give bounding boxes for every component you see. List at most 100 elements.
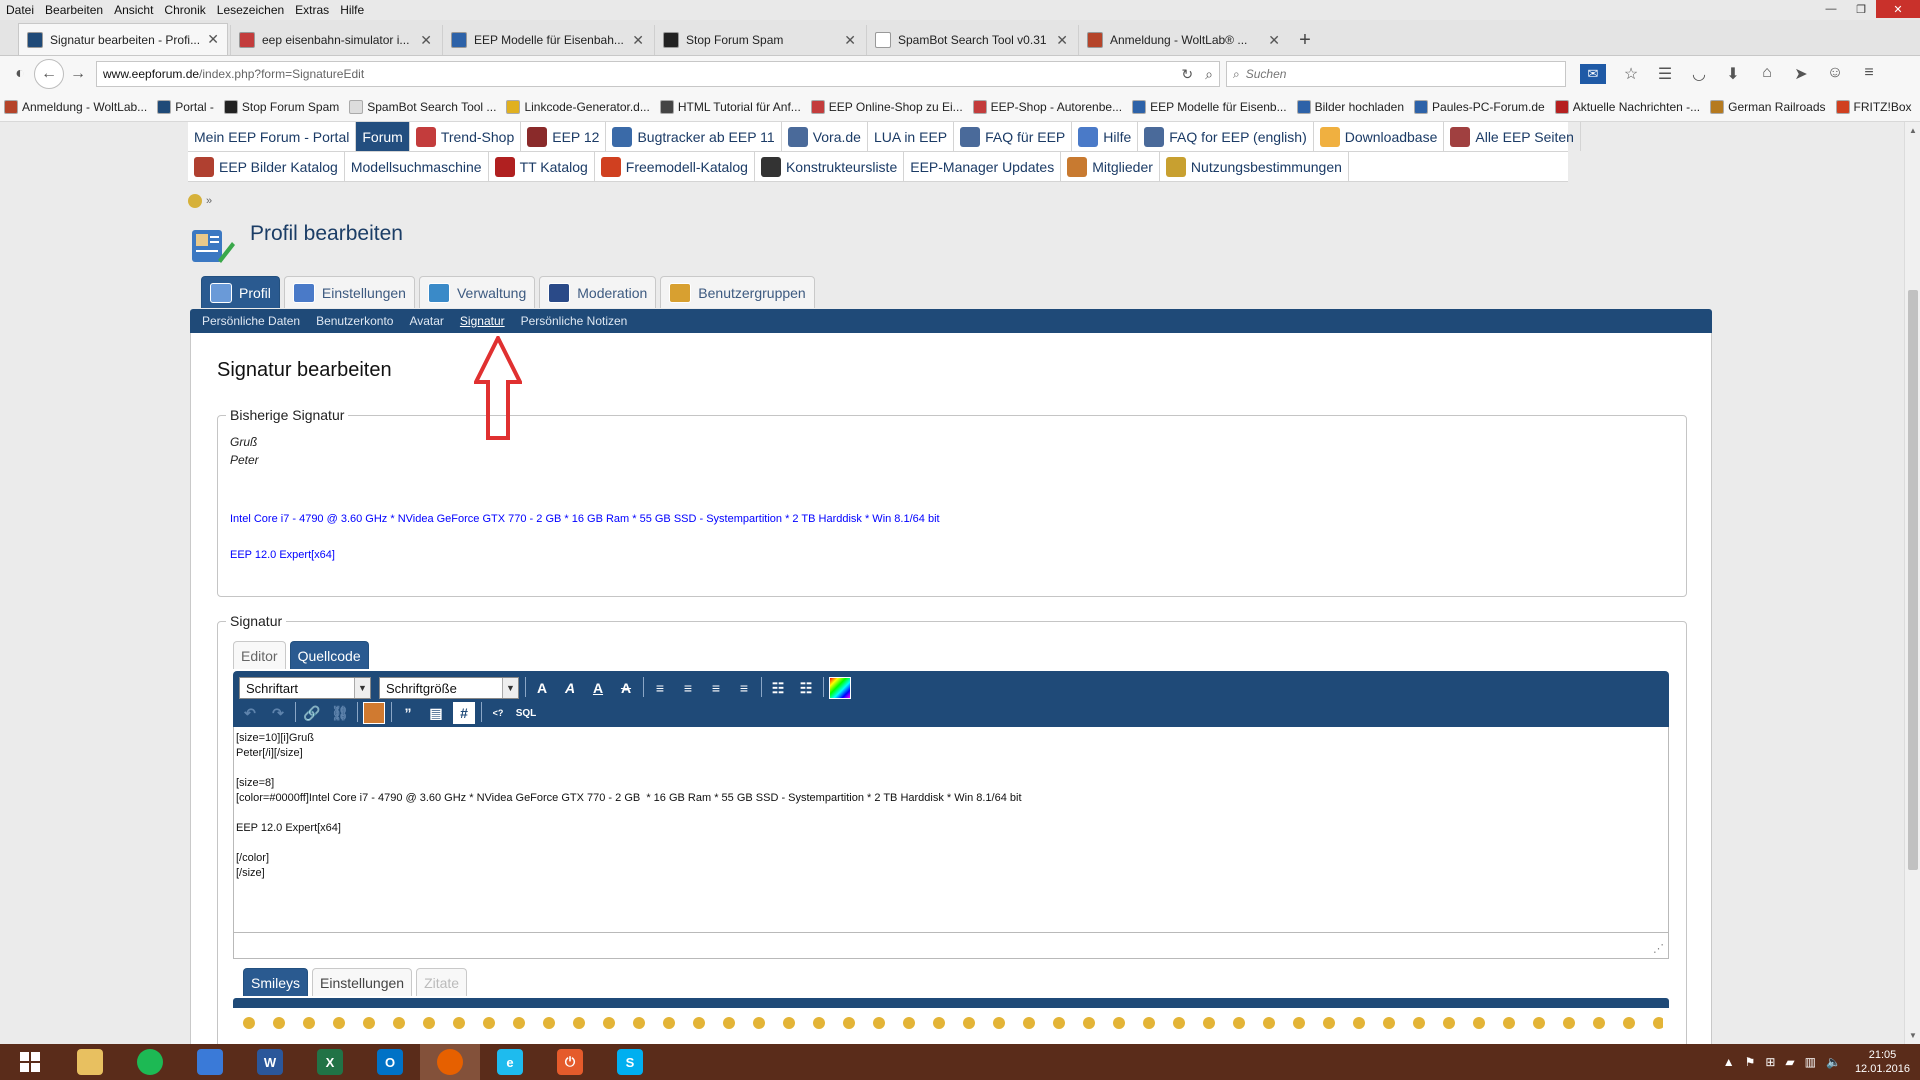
bookmark-item[interactable]: Bilder hochladen	[1296, 99, 1404, 114]
bookmark-item[interactable]: EEP Online-Shop zu Ei...	[810, 99, 963, 114]
bullet-list-icon[interactable]: ☷	[767, 677, 789, 699]
taskbar-outlook-button[interactable]: O	[360, 1044, 420, 1080]
smiley-icon[interactable]	[1083, 1017, 1095, 1029]
forward-button[interactable]: →	[64, 60, 92, 88]
forum-nav-item[interactable]: Hilfe	[1072, 122, 1139, 151]
taskbar-spotify-button[interactable]	[120, 1044, 180, 1080]
taskbar-word-button[interactable]: W	[240, 1044, 300, 1080]
profile-tab[interactable]: Benutzergruppen	[660, 276, 815, 308]
smiley-icon[interactable]	[873, 1017, 885, 1029]
taskbar-power-button[interactable]: ⏻	[540, 1044, 600, 1080]
scroll-up-icon[interactable]: ▲	[1909, 126, 1917, 135]
editor-mode-tab[interactable]: Quellcode	[289, 641, 369, 669]
smiley-icon[interactable]	[333, 1017, 345, 1029]
back-button[interactable]: ←	[34, 59, 64, 89]
smiley-icon[interactable]	[453, 1017, 465, 1029]
smiley-icon[interactable]	[1023, 1017, 1035, 1029]
smiley-icon[interactable]	[1503, 1017, 1515, 1029]
profile-tab[interactable]: Profil	[201, 276, 280, 308]
insert-link-icon[interactable]: 🔗	[301, 702, 323, 724]
smiley-icon[interactable]	[903, 1017, 915, 1029]
editor-bottom-tab[interactable]: Einstellungen	[312, 968, 413, 996]
forum-nav-item[interactable]: FAQ for EEP (english)	[1138, 122, 1314, 151]
smiley-icon[interactable]	[1383, 1017, 1395, 1029]
italic-button[interactable]: A	[559, 677, 581, 699]
color-picker-icon[interactable]	[829, 677, 851, 699]
forum-nav-item[interactable]: Mitglieder	[1061, 152, 1160, 181]
browser-tab[interactable]: eep eisenbahn-simulator i... ✕	[230, 25, 440, 55]
close-tab-icon[interactable]: ✕	[207, 31, 219, 48]
forum-nav-item[interactable]: Downloadbase	[1314, 122, 1445, 151]
smiley-icon[interactable]	[1053, 1017, 1065, 1029]
bookmark-item[interactable]: Paules-PC-Forum.de	[1414, 99, 1545, 114]
menu-6[interactable]: Hilfe	[340, 3, 364, 17]
smiley-icon[interactable]	[753, 1017, 765, 1029]
sql-code-icon[interactable]: SQL	[515, 702, 537, 724]
smiley-icon[interactable]	[1113, 1017, 1125, 1029]
strikethrough-button[interactable]: A	[615, 677, 637, 699]
profile-tab[interactable]: Moderation	[539, 276, 657, 308]
forum-nav-item[interactable]: Alle EEP Seiten	[1444, 122, 1581, 151]
forum-nav-item[interactable]: Bugtracker ab EEP 11	[606, 122, 782, 151]
taskbar-explorer-button[interactable]	[60, 1044, 120, 1080]
smiley-icon[interactable]	[363, 1017, 375, 1029]
numbered-list-icon[interactable]: ☷	[795, 677, 817, 699]
smiley-icon[interactable]	[1533, 1017, 1545, 1029]
browser-tab[interactable]: Stop Forum Spam ✕	[654, 25, 864, 55]
forum-nav-item[interactable]: Mein EEP Forum - Portal	[188, 122, 357, 151]
browser-tab[interactable]: Anmeldung - WoltLab® ... ✕	[1078, 25, 1288, 55]
sync-icon[interactable]: ◐	[6, 60, 34, 88]
smiley-icon[interactable]	[1413, 1017, 1425, 1029]
bookmark-item[interactable]: EEP Modelle für Eisenb...	[1132, 99, 1287, 114]
clock[interactable]: 21:05 12.01.2016	[1855, 1048, 1910, 1076]
smiley-icon[interactable]	[1143, 1017, 1155, 1029]
home-crumb-icon[interactable]	[188, 194, 202, 208]
subnav-item[interactable]: Avatar	[409, 314, 443, 328]
menu-4[interactable]: Lesezeichen	[217, 3, 284, 17]
close-tab-icon[interactable]: ✕	[632, 32, 644, 49]
bookmark-item[interactable]: EEP-Shop - Autorenbe...	[972, 99, 1122, 114]
menu-0[interactable]: Datei	[6, 3, 34, 17]
menu-1[interactable]: Bearbeiten	[45, 3, 103, 17]
smiley-icon[interactable]	[243, 1017, 255, 1029]
align-center-icon[interactable]: ≡	[677, 677, 699, 699]
smiley-icon[interactable]	[273, 1017, 285, 1029]
reload-icon[interactable]: ↻	[1181, 66, 1193, 83]
url-text[interactable]: www.eepforum.de/index.php?form=Signature…	[103, 67, 1169, 81]
smiley-icon[interactable]	[603, 1017, 615, 1029]
forum-nav-item[interactable]: TT Katalog	[489, 152, 595, 181]
close-tab-icon[interactable]: ✕	[420, 32, 432, 49]
menu-2[interactable]: Ansicht	[114, 3, 153, 17]
smiley-icon[interactable]	[723, 1017, 735, 1029]
search-input[interactable]	[1245, 67, 1546, 81]
chevron-up-icon[interactable]: ▲	[1723, 1055, 1735, 1069]
code-hash-icon[interactable]: #	[453, 702, 475, 724]
windows-icon[interactable]: ⊞	[1765, 1055, 1775, 1069]
smiley-icon[interactable]	[1323, 1017, 1335, 1029]
quote-icon[interactable]: ”	[397, 702, 419, 724]
maximize-icon[interactable]: ❐	[1846, 0, 1876, 18]
align-right-icon[interactable]: ≡	[705, 677, 727, 699]
bookmark-item[interactable]: Linkcode-Generator.d...	[506, 99, 650, 114]
undo-icon[interactable]: ↶	[239, 702, 261, 724]
forum-nav-item[interactable]: Konstrukteursliste	[755, 152, 905, 181]
smiley-icon[interactable]	[633, 1017, 645, 1029]
smiley-icon[interactable]	[1563, 1017, 1575, 1029]
download-icon[interactable]: ⬇	[1716, 64, 1750, 84]
close-tab-icon[interactable]: ✕	[1056, 32, 1068, 49]
forum-nav-item[interactable]: Vora.de	[782, 122, 868, 151]
forum-nav-item[interactable]: EEP 12	[521, 122, 607, 151]
smiley-icon[interactable]	[1593, 1017, 1605, 1029]
star-icon[interactable]: ☆	[1614, 64, 1648, 84]
network-icon[interactable]: ▥	[1805, 1055, 1816, 1069]
pocket-icon[interactable]: ◡	[1682, 64, 1716, 84]
vertical-scrollbar[interactable]: ▲ ▼	[1904, 122, 1920, 1044]
align-left-icon[interactable]: ≡	[649, 677, 671, 699]
smiley-icon[interactable]	[1473, 1017, 1485, 1029]
smiley-icon[interactable]	[813, 1017, 825, 1029]
subnav-item[interactable]: Signatur	[460, 314, 505, 328]
font-family-select[interactable]: Schriftart ▼	[239, 677, 371, 699]
smiley-icon[interactable]	[1203, 1017, 1215, 1029]
spoiler-icon[interactable]: ▤	[425, 702, 447, 724]
minimize-icon[interactable]: —	[1816, 0, 1846, 18]
